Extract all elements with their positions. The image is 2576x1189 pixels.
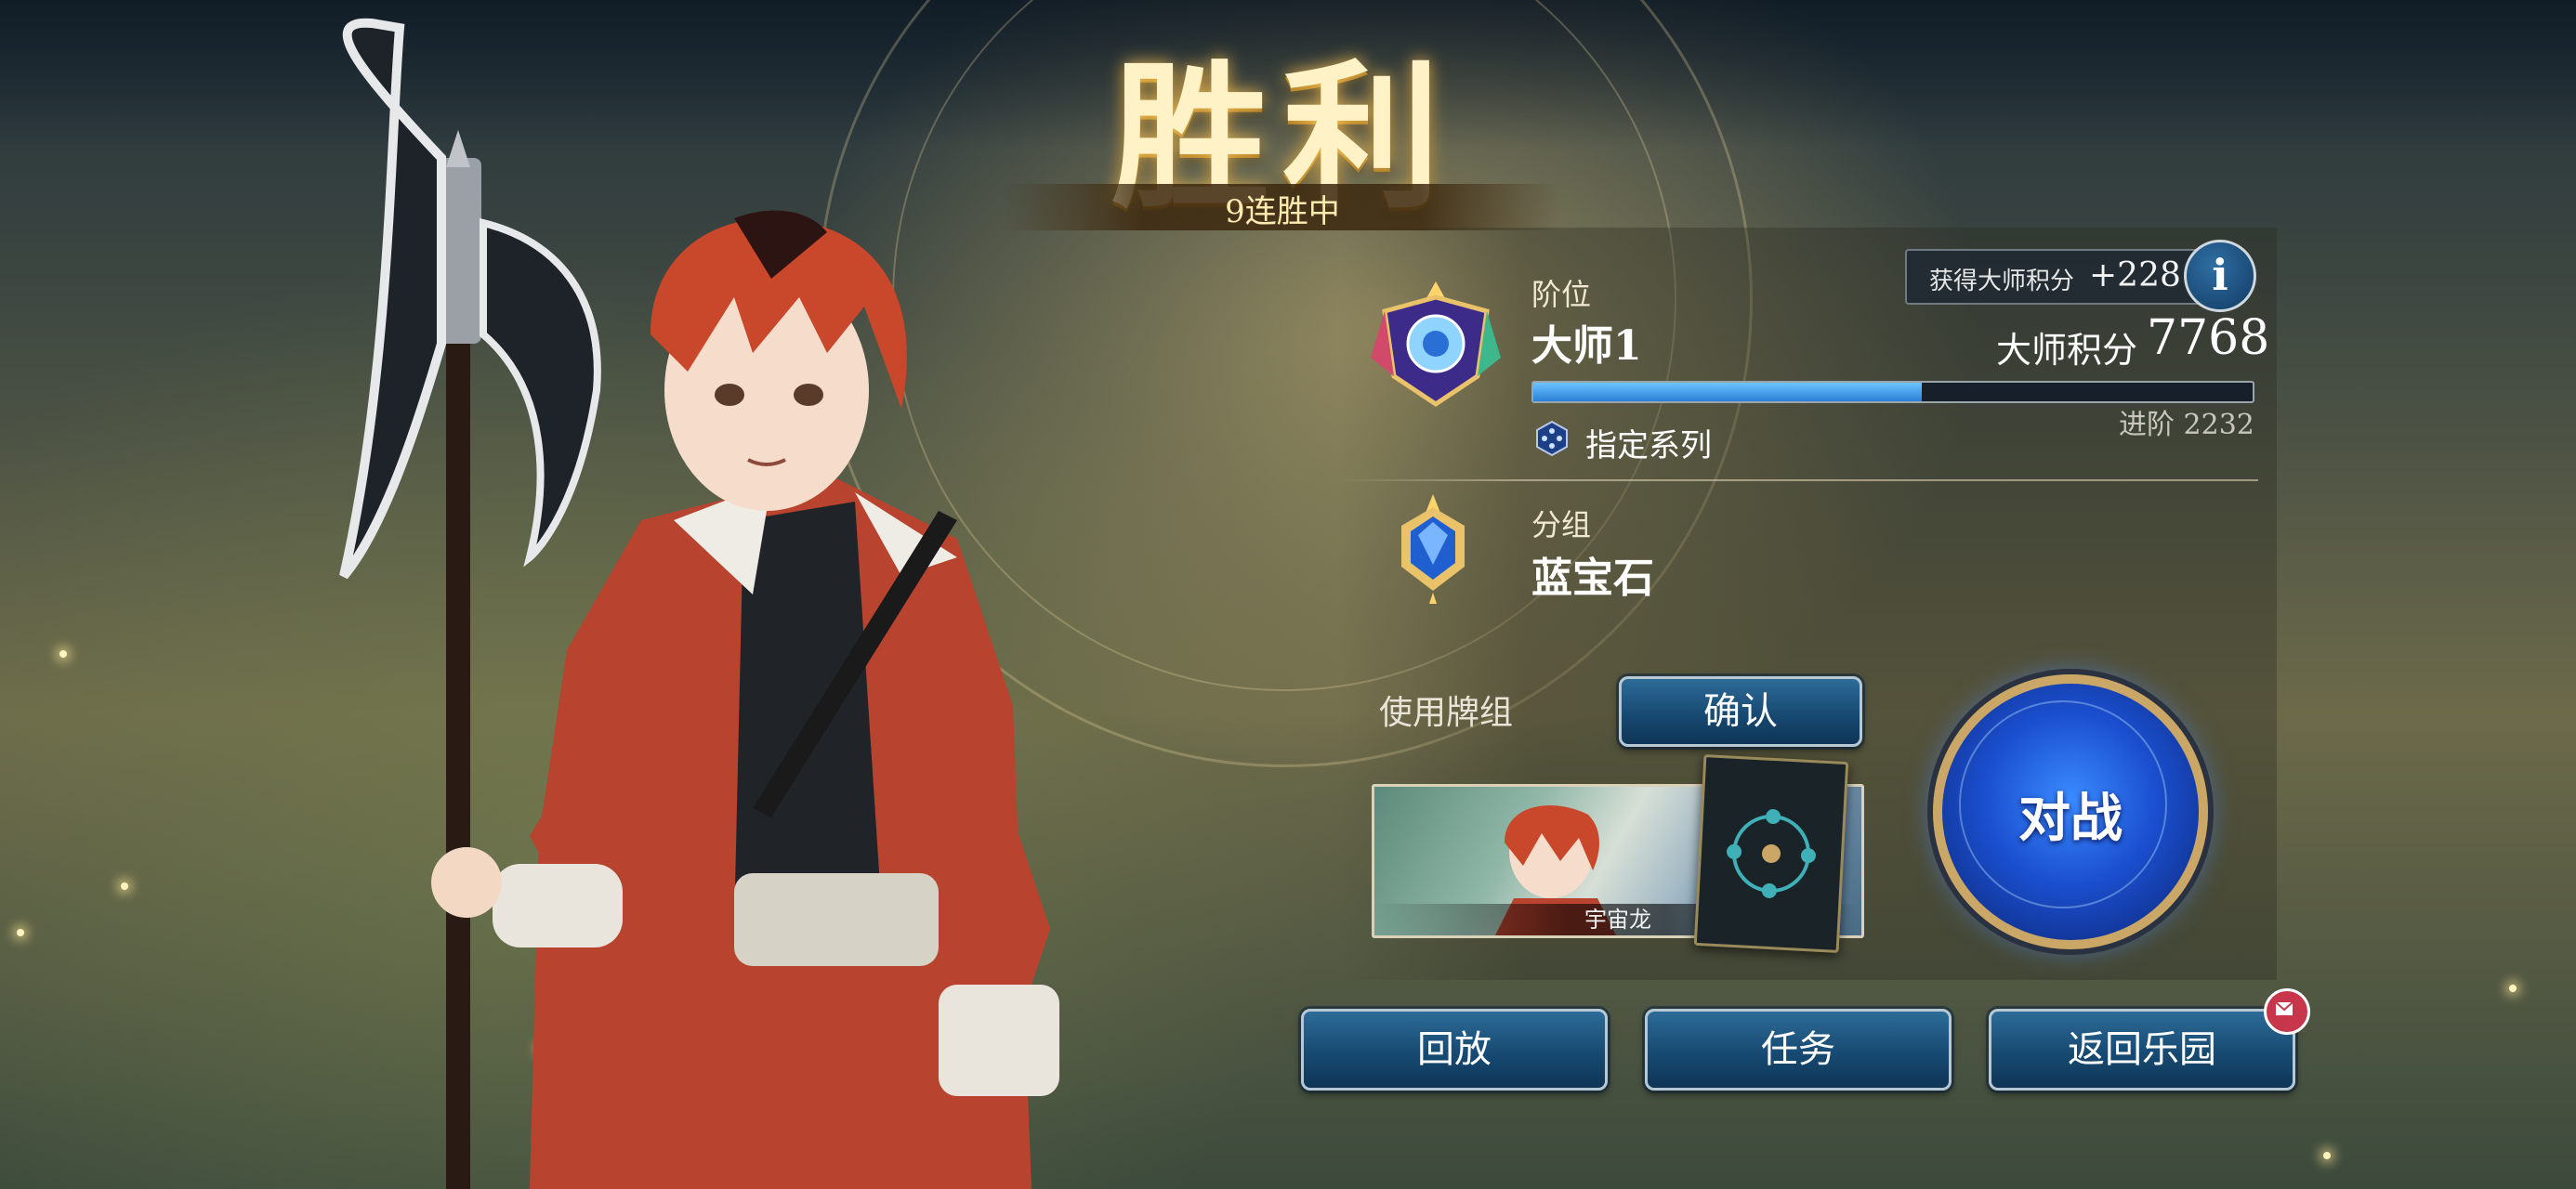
group-emblem-icon: [1401, 494, 1465, 604]
battle-button[interactable]: 对战: [1933, 674, 2208, 949]
group-label: 分组: [1531, 507, 1592, 542]
rank-emblem-icon: [1371, 281, 1501, 408]
rank-progress-bar: [1531, 381, 2254, 403]
group-name: 蓝宝石: [1531, 555, 1654, 602]
sparkle: [2323, 1152, 2331, 1159]
series-icon: [1536, 420, 1568, 457]
sparkle: [2509, 985, 2517, 992]
master-points-value: 7768: [2147, 310, 2270, 366]
section-divider: [1338, 479, 2258, 481]
win-streak-text: 9连胜中: [1225, 193, 1340, 230]
rank-name: 大师1: [1531, 322, 1642, 370]
confirm-button[interactable]: 确认: [1619, 676, 1862, 747]
promote-text: 进阶 2232: [2119, 409, 2254, 441]
sleeve-pattern: [1727, 809, 1816, 898]
mission-button[interactable]: 任务: [1645, 1009, 1952, 1091]
return-to-park-button[interactable]: 返回乐园: [1989, 1009, 2295, 1091]
rank-progress-fill: [1533, 383, 1922, 401]
mail-notification-badge[interactable]: [2264, 988, 2310, 1035]
master-points-label: 大师积分: [1996, 330, 2138, 371]
mail-icon: [2275, 1001, 2293, 1015]
points-gained-label: 获得大师积分: [1929, 268, 2075, 295]
points-gained-pill: 获得大师积分 +228: [1905, 249, 2206, 305]
replay-button[interactable]: 回放: [1301, 1009, 1608, 1091]
points-gained-value: +228: [2089, 256, 2181, 294]
info-icon[interactable]: i: [2184, 240, 2256, 312]
rank-label: 阶位: [1531, 277, 1592, 312]
battle-label: 对战: [2018, 788, 2123, 849]
card-sleeve: [1693, 754, 1849, 953]
deck-label: 使用牌组: [1379, 694, 1514, 732]
sparkle: [59, 650, 67, 658]
series-label[interactable]: 指定系列: [1585, 420, 1712, 465]
sparkle: [121, 882, 128, 890]
sparkle: [17, 929, 24, 936]
